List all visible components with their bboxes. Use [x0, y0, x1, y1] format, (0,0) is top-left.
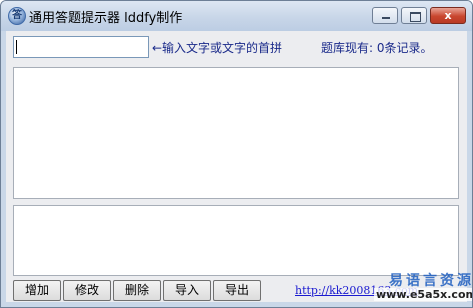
export-button[interactable]: 导出 — [213, 280, 261, 301]
edit-button[interactable]: 修改 — [63, 280, 111, 301]
maximize-icon — [410, 12, 421, 22]
watermark-url: www.e5a5x.com — [374, 288, 472, 301]
answer-text-area[interactable] — [13, 205, 459, 276]
client-area: ←输入文字或文字的首拼 题库现有: 0条记录。 增加 修改 删除 导入 导出 h… — [6, 31, 472, 302]
app-window: 答 通用答题提示器 lddfy制作 x ←输入文字或文字的首拼 题库现有: 0条… — [0, 0, 473, 308]
title-bar[interactable]: 答 通用答题提示器 lddfy制作 x — [1, 1, 472, 31]
search-hint-label: ←输入文字或文字的首拼 — [152, 41, 283, 55]
add-button[interactable]: 增加 — [13, 280, 61, 301]
close-icon: x — [444, 9, 452, 22]
close-button[interactable]: x — [430, 7, 466, 24]
record-count-label: 题库现有: 0条记录。 — [321, 41, 433, 55]
watermark-title: 易语言资源网 — [389, 273, 473, 289]
minimize-button[interactable] — [372, 7, 398, 24]
maximize-button[interactable] — [401, 7, 427, 24]
text-caret — [16, 40, 17, 54]
app-icon[interactable]: 答 — [8, 7, 26, 25]
delete-button[interactable]: 删除 — [113, 280, 161, 301]
question-list[interactable] — [13, 67, 459, 199]
import-button[interactable]: 导入 — [163, 280, 211, 301]
search-input[interactable] — [13, 36, 149, 58]
minimize-icon — [382, 17, 390, 19]
window-title: 通用答题提示器 lddfy制作 — [29, 11, 183, 26]
